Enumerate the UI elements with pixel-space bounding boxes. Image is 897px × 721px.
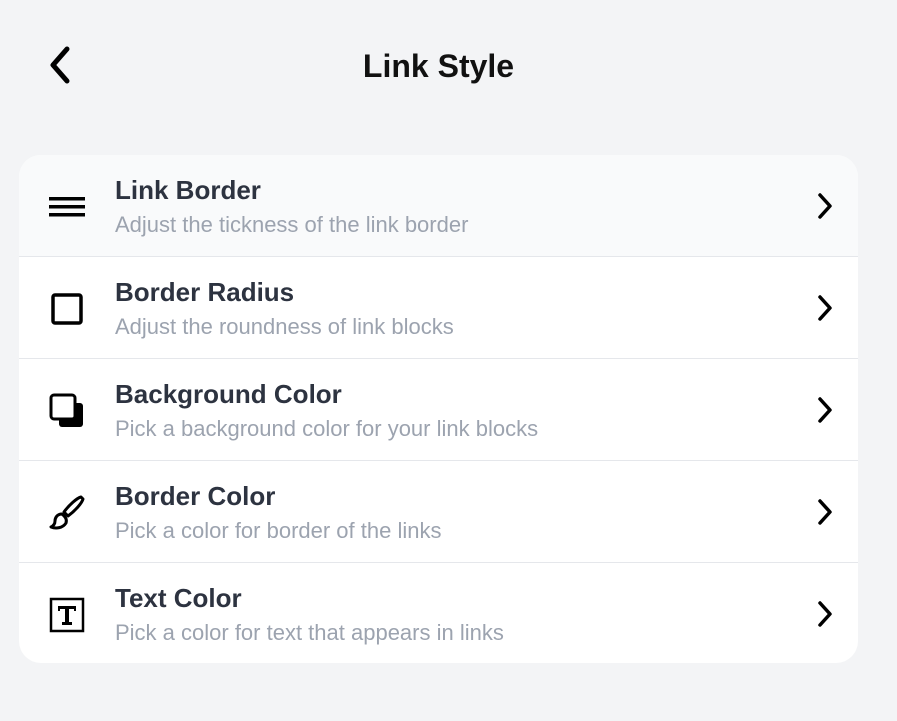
chevron-right-icon [810, 599, 840, 629]
chevron-right-icon [810, 497, 840, 527]
chevron-right-icon [810, 293, 840, 323]
chevron-right-icon [810, 395, 840, 425]
settings-list: Link Border Adjust the tickness of the l… [19, 155, 858, 663]
item-subtitle: Pick a color for text that appears in li… [115, 620, 504, 645]
item-title: Text Color [115, 583, 242, 613]
item-subtitle: Pick a background color for your link bl… [115, 416, 539, 441]
text-box-icon [47, 595, 87, 635]
page-title: Link Style [362, 48, 515, 84]
item-title: Background Color [115, 379, 342, 409]
list-item-text-color[interactable]: Text Color Pick a color for text that ap… [19, 563, 858, 663]
item-title: Link Border [115, 175, 261, 205]
item-subtitle: Adjust the roundness of link blocks [115, 314, 454, 339]
list-item-background-color[interactable]: Background Color Pick a background color… [19, 359, 858, 461]
item-title: Border Color [115, 481, 276, 511]
chevron-right-icon [810, 191, 840, 221]
item-subtitle: Pick a color for border of the links [115, 518, 442, 543]
header: Link Style [0, 0, 897, 134]
list-item-border-color[interactable]: Border Color Pick a color for border of … [19, 461, 858, 563]
item-title: Border Radius [115, 277, 295, 307]
list-item-link-border[interactable]: Link Border Adjust the tickness of the l… [19, 155, 858, 257]
layered-squares-icon [47, 391, 87, 431]
menu-lines-icon [47, 187, 87, 227]
square-outline-icon [47, 289, 87, 329]
list-item-border-radius[interactable]: Border Radius Adjust the roundness of li… [19, 257, 858, 359]
paintbrush-icon [47, 493, 87, 533]
item-subtitle: Adjust the tickness of the link border [115, 212, 469, 237]
